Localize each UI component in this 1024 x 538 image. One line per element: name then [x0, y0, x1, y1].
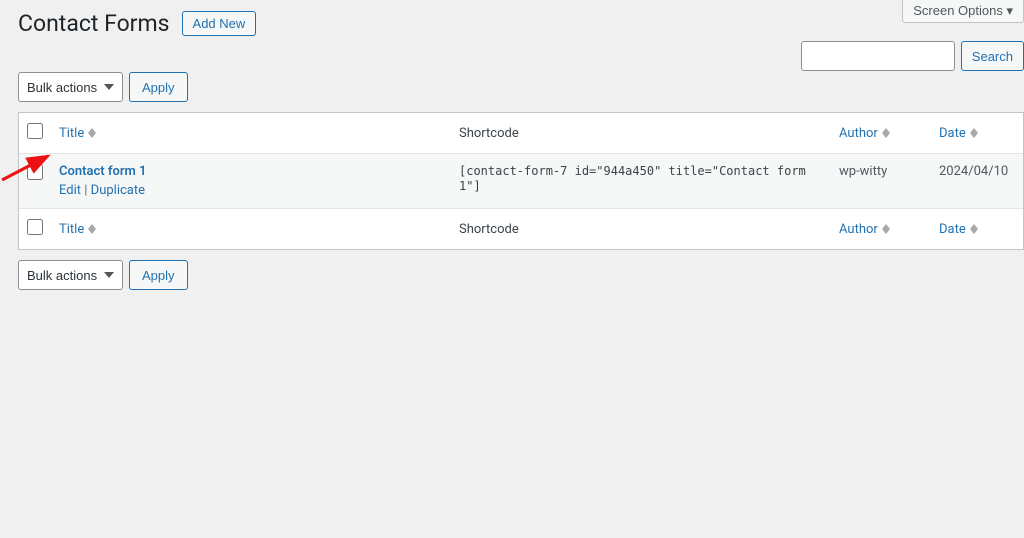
- column-header-author[interactable]: Author: [839, 126, 890, 141]
- column-title-label: Title: [59, 222, 84, 237]
- sort-icon: [882, 128, 890, 138]
- search-input[interactable]: [801, 41, 955, 71]
- sort-icon: [970, 224, 978, 234]
- column-footer-title[interactable]: Title: [59, 222, 96, 237]
- shortcode-value[interactable]: [contact-form-7 id="944a450" title="Cont…: [459, 164, 806, 193]
- column-author-label: Author: [839, 222, 878, 237]
- table-row: Contact form 1 Edit | Duplicate [contact…: [19, 154, 1023, 208]
- select-all-checkbox-top[interactable]: [27, 123, 43, 139]
- form-title-link[interactable]: Contact form 1: [59, 164, 146, 179]
- screen-options-button[interactable]: Screen Options ▾: [902, 0, 1024, 23]
- author-value: wp-witty: [839, 164, 887, 179]
- sort-icon: [970, 128, 978, 138]
- edit-link[interactable]: Edit: [59, 183, 81, 198]
- bulk-actions-select-bottom[interactable]: Bulk actions: [18, 260, 123, 290]
- page-title: Contact Forms: [18, 10, 170, 37]
- search-button[interactable]: Search: [961, 41, 1024, 71]
- sort-icon: [88, 224, 96, 234]
- date-value: 2024/04/10: [939, 164, 1008, 179]
- sort-icon: [882, 224, 890, 234]
- column-date-label: Date: [939, 222, 966, 237]
- column-date-label: Date: [939, 126, 966, 141]
- bulk-actions-select-top[interactable]: Bulk actions: [18, 72, 123, 102]
- duplicate-link[interactable]: Duplicate: [91, 183, 145, 198]
- bulk-apply-button-top[interactable]: Apply: [129, 72, 188, 102]
- column-header-shortcode: Shortcode: [459, 126, 519, 141]
- row-checkbox[interactable]: [27, 164, 43, 180]
- column-author-label: Author: [839, 126, 878, 141]
- bulk-apply-button-bottom[interactable]: Apply: [129, 260, 188, 290]
- column-header-date[interactable]: Date: [939, 126, 978, 141]
- column-footer-shortcode: Shortcode: [459, 222, 519, 237]
- column-title-label: Title: [59, 126, 84, 141]
- select-all-checkbox-bottom[interactable]: [27, 219, 43, 235]
- column-footer-date[interactable]: Date: [939, 222, 978, 237]
- column-header-title[interactable]: Title: [59, 126, 96, 141]
- sort-icon: [88, 128, 96, 138]
- forms-table: Title Shortcode Author: [18, 112, 1024, 250]
- column-footer-author[interactable]: Author: [839, 222, 890, 237]
- add-new-button[interactable]: Add New: [182, 11, 257, 36]
